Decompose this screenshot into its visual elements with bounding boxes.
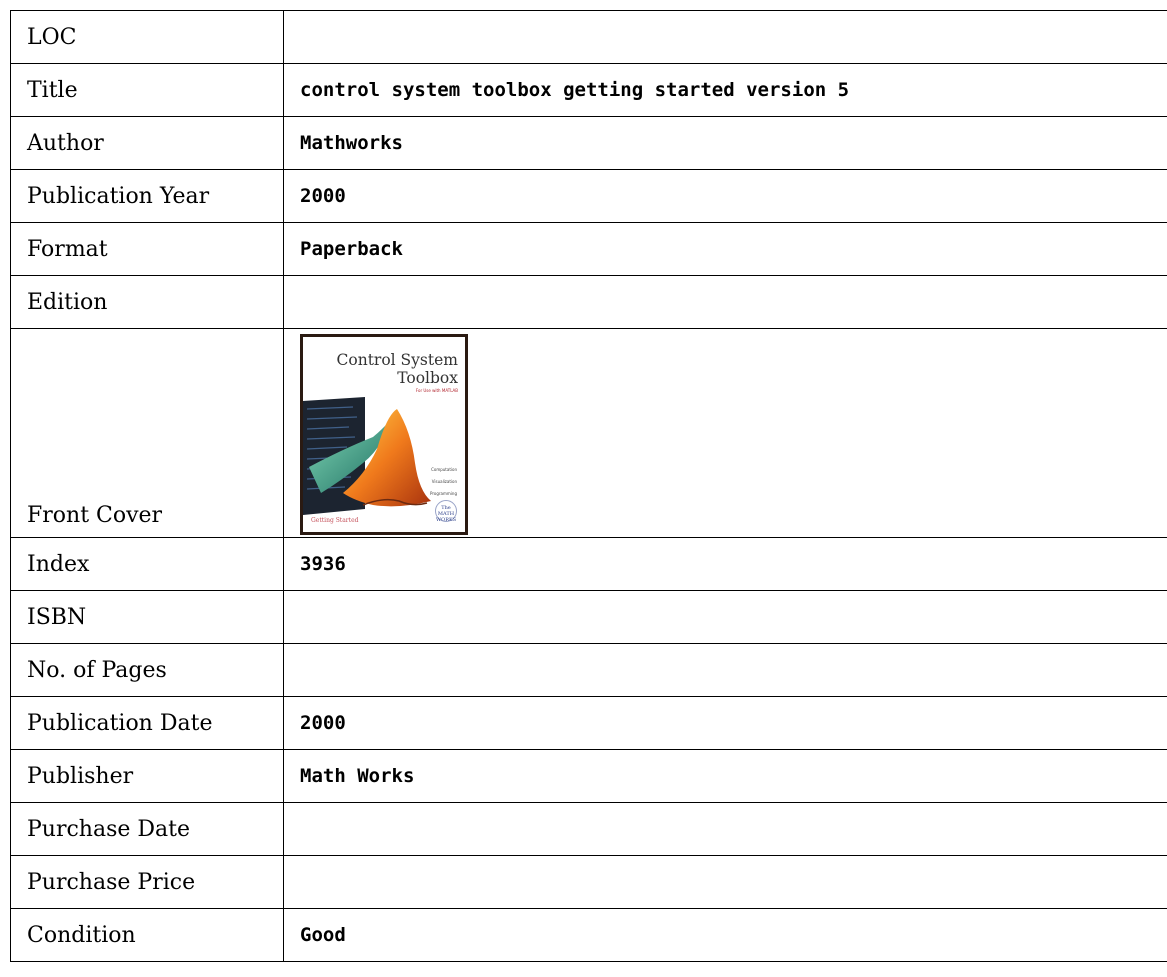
field-label: Index [10, 537, 284, 591]
field-value: Paperback [283, 222, 1167, 276]
field-label: ISBN [10, 590, 284, 644]
field-label: Author [10, 116, 284, 170]
field-value: control system toolbox getting started v… [283, 63, 1167, 117]
front-cover-cell: Control System Toolbox For Use with MATL… [283, 328, 1167, 538]
row-publication-date: Publication Date 2000 [10, 696, 1167, 750]
field-value: 3936 [283, 537, 1167, 591]
field-label: Publication Date [10, 696, 284, 750]
peaks-surface-graphic [303, 396, 431, 515]
cover-title-line: Toolbox [397, 368, 458, 387]
field-value: Good [283, 908, 1167, 962]
cover-page: Control System Toolbox For Use with MATL… [303, 336, 465, 532]
row-condition: Condition Good [10, 908, 1167, 962]
row-publication-year: Publication Year 2000 [10, 169, 1167, 223]
cover-title: Control System Toolbox [337, 351, 458, 387]
field-label: Front Cover [10, 328, 284, 538]
field-label: Publication Year [10, 169, 284, 223]
row-author: Author Mathworks [10, 116, 1167, 170]
row-format: Format Paperback [10, 222, 1167, 276]
row-loc: LOC [10, 10, 1167, 64]
field-label: Purchase Date [10, 802, 284, 856]
cover-tag: Computation [431, 466, 457, 472]
cover-tag: Programming [430, 490, 457, 496]
field-value: Mathworks [283, 116, 1167, 170]
row-purchase-date: Purchase Date [10, 802, 1167, 856]
field-value [283, 275, 1167, 329]
front-cover-image: Control System Toolbox For Use with MATL… [300, 333, 468, 535]
field-value [283, 802, 1167, 856]
field-value: Math Works [283, 749, 1167, 803]
field-label: Title [10, 63, 284, 117]
field-label: Edition [10, 275, 284, 329]
mathworks-logo: The MATH WORKS [435, 499, 457, 523]
field-value [283, 855, 1167, 909]
field-value: 2000 [283, 169, 1167, 223]
row-index: Index 3936 [10, 537, 1167, 591]
row-isbn: ISBN [10, 590, 1167, 644]
cover-subtitle: For Use with MATLAB [415, 387, 458, 393]
row-purchase-price: Purchase Price [10, 855, 1167, 909]
row-no-of-pages: No. of Pages [10, 643, 1167, 697]
cover-bottom-text: Getting Started [311, 516, 359, 524]
row-front-cover: Front Cover Control System Toolbox For U… [10, 328, 1167, 538]
cover-tag: Visualization [431, 478, 457, 484]
row-publisher: Publisher Math Works [10, 749, 1167, 803]
field-value [283, 643, 1167, 697]
field-label: LOC [10, 10, 284, 64]
field-value [283, 590, 1167, 644]
field-label: Publisher [10, 749, 284, 803]
cover-title-line: Control System [336, 350, 458, 369]
field-label: No. of Pages [10, 643, 284, 697]
field-label: Format [10, 222, 284, 276]
field-value: 2000 [283, 696, 1167, 750]
record-table: LOC Title control system toolbox getting… [10, 10, 1167, 962]
field-value [283, 10, 1167, 64]
field-label: Purchase Price [10, 855, 284, 909]
row-edition: Edition [10, 275, 1167, 329]
field-label: Condition [10, 908, 284, 962]
row-title: Title control system toolbox getting sta… [10, 63, 1167, 117]
